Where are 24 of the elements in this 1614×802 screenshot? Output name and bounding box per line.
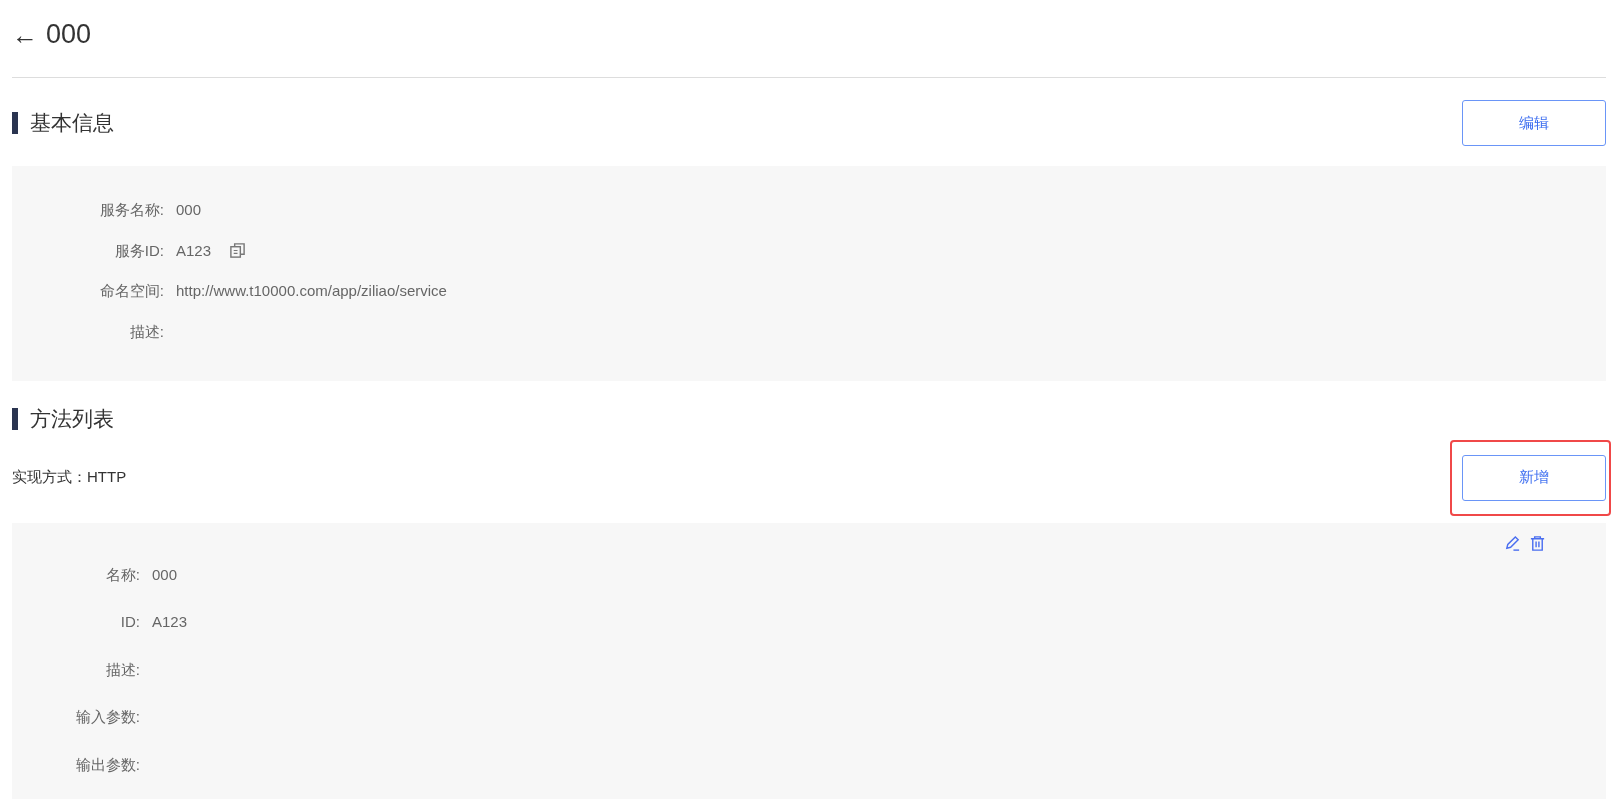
field-value: A123 (152, 612, 188, 632)
field-label: 输出参数: (74, 754, 140, 775)
field-label: 服务名称: (98, 200, 164, 220)
implementation-text: 实现方式：HTTP (12, 467, 127, 488)
field-value: 000 (176, 200, 202, 220)
trash-icon[interactable] (1529, 534, 1546, 552)
field-label: 名称: (104, 564, 140, 585)
add-button[interactable]: 新增 (1462, 454, 1606, 501)
field-value: 000 (152, 564, 178, 585)
field-label: 输入参数: (74, 707, 140, 727)
field-label: ID: (119, 612, 140, 632)
field-value: http://www.t10000.com/app/ziliao/service (176, 281, 447, 301)
back-arrow[interactable]: ← (12, 21, 38, 48)
section-heading: 方法列表 (12, 403, 114, 435)
field-value: A123 (176, 240, 212, 261)
copy-icon[interactable] (229, 242, 247, 260)
page-title: 000 (46, 21, 92, 48)
pencil-icon[interactable] (1504, 534, 1521, 552)
field-label: 描述: (104, 659, 140, 680)
section-heading: 基本信息 (12, 107, 114, 139)
field-label: 服务ID: (113, 240, 164, 261)
field-label: 命名空间: (98, 281, 164, 301)
edit-button[interactable]: 编辑 (1462, 100, 1606, 146)
field-label: 描述: (128, 321, 164, 342)
